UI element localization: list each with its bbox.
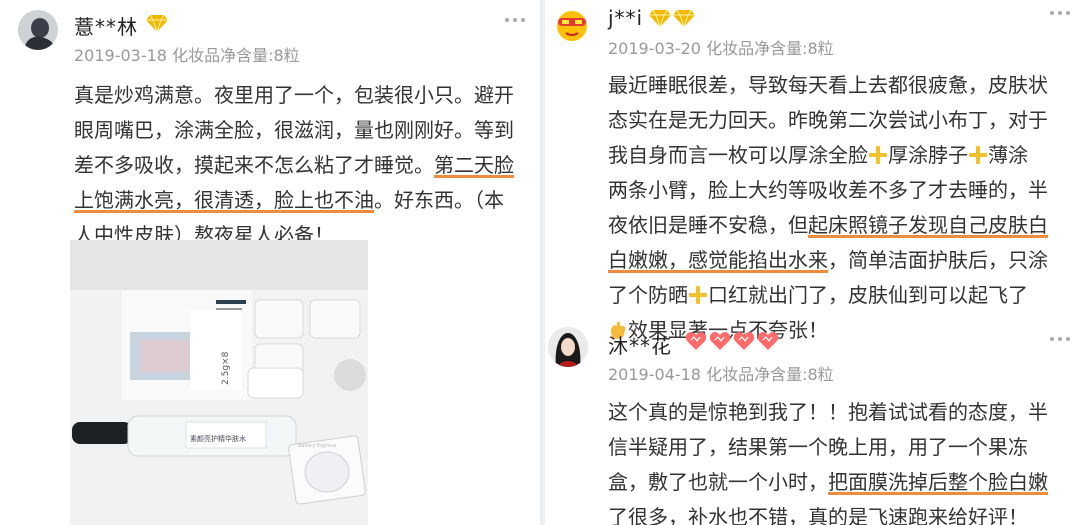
product-spec: 化妆品净含量:8粒 [706,39,834,58]
text-segment: 真是炒鸡满意。夜里用了一个，包装很小只。避开 [74,83,514,107]
text-segment: 夜依旧是睡不安稳，但 [608,213,808,237]
plus-emoji-icon [688,283,708,307]
product-photo: 2.5g×8 素颜亮护精华肤水 Bakery Express [70,240,368,525]
text-segment: ，简单洁面护肤后，只涂 [828,248,1048,272]
text-segment: 厚涂脖子 [888,143,968,167]
review-meta: 2019-03-18 化妆品净含量:8粒 [74,42,300,66]
product-spec: 化妆品净含量:8粒 [172,46,300,65]
text-segment: 最近睡眠很差，导致每天看上去都很疲惫，皮肤状 [608,73,1048,97]
review-text: 最近睡眠很差，导致每天看上去都很疲惫，皮肤状 态实在是无力回天。昨晚第二次尝试小布… [608,68,1048,348]
diamond-vip-icon [649,8,695,28]
review-date: 2019-03-20 [608,39,701,58]
review-card-left: 薏**林 2019-03-18 化妆品净含量:8粒 真是炒鸡满意。夜里用了一个，… [0,0,540,525]
highlighted-text: 上饱满水亮，很清透，脸上也不油 [74,188,374,213]
review-date: 2019-03-18 [74,46,167,65]
review-text: 这个真的是惊艳到我了！！抱着试试看的态度，半 信半疑用了，结果第一个晚上用，用了一… [608,395,1048,525]
text-segment: 两条小臂，脸上大约等吸收差不多了才去睡的，半 [608,178,1048,202]
more-options-icon[interactable] [505,17,525,23]
username[interactable]: 薏**林 [74,11,138,40]
user-avatar[interactable] [18,10,58,50]
review-date: 2019-04-18 [608,365,701,384]
text-segment: 态实在是无力回天。昨晚第二次尝试小布丁，对于 [608,108,1048,132]
text-segment: 差不多吸收，摸起来不怎么粘了才睡觉。 [74,153,434,177]
heart-icon [757,331,779,355]
heart-icon [709,331,731,355]
user-avatar[interactable] [548,327,588,367]
text-segment: 信半疑用了，结果第一个晚上用，用了一个果冻 [608,435,1028,459]
user-avatar[interactable] [552,4,592,44]
highlighted-text: 把面膜洗掉后整个脸白嫩 [828,470,1048,495]
username[interactable]: j**i [608,6,643,30]
text-segment: 口红就出门了，皮肤仙到可以起飞了 [708,283,1028,307]
text-segment: ，真的是飞速跑来给好评！ [788,505,1028,525]
box-side-label: 2.5g×8 [221,351,231,385]
diamond-vip-icon [146,13,168,37]
heart-vip-icon [685,331,779,355]
review-text: 真是炒鸡满意。夜里用了一个，包装很小只。避开 眼周嘴巴，涂满全脸，很滋润，量也刚刚… [74,78,514,253]
heart-icon [685,331,707,355]
highlighted-text: 白嫩嫩，感觉能掐出水来 [608,248,828,273]
username[interactable]: 沐**花 [608,330,672,359]
review-card-right: j**i 2019-03-20 化妆品净含量:8粒 最近睡眠很差，导致每天看上去… [545,0,1080,525]
plus-emoji-icon [968,143,988,167]
text-segment: 我自身而言一枚可以厚涂全脸 [608,143,868,167]
bottle-label: 素颜亮护精华肤水 [190,434,246,443]
review-meta: 2019-04-18 化妆品净含量:8粒 [608,361,834,385]
highlighted-text: 起床照镜子发现自己皮肤白 [808,213,1048,238]
text-segment: 盒，敷了也就一个小时， [608,470,828,494]
text-segment: 了个防晒 [608,283,688,307]
plus-emoji-icon [868,143,888,167]
more-options-icon[interactable] [1050,336,1070,342]
text-segment: 。好东西。（本 [374,188,504,212]
heart-icon [733,331,755,355]
text-segment: 这个真的是惊艳到我了！！抱着试试看的态度，半 [608,400,1048,424]
cup-label: Bakery Express [298,443,337,449]
highlighted-text: 第二天脸 [434,153,514,178]
highlighted-text: 了很多，补水也不错 [608,505,788,525]
more-options-icon[interactable] [1050,10,1070,16]
review-meta: 2019-03-20 化妆品净含量:8粒 [608,35,834,59]
text-segment: 薄涂 [988,143,1028,167]
product-spec: 化妆品净含量:8粒 [706,365,834,384]
text-segment: 眼周嘴巴，涂满全脸，很滋润，量也刚刚好。等到 [74,118,514,142]
